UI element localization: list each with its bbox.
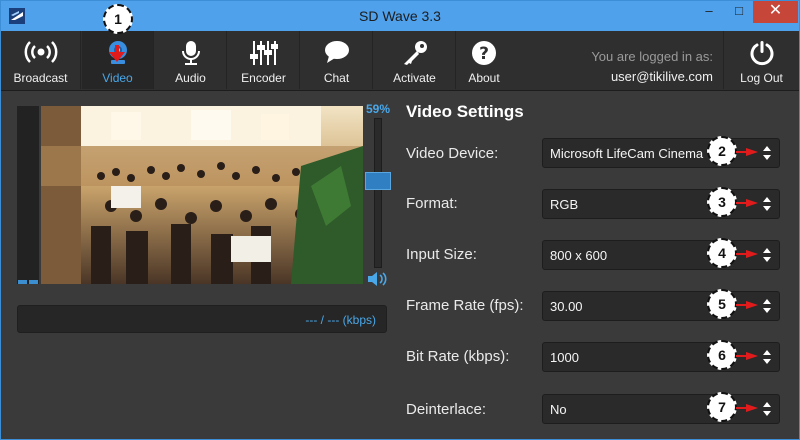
select-arrows-icon (763, 299, 771, 313)
toolbar-activate-label: Activate (393, 71, 436, 85)
callout-5: 5 (707, 289, 737, 319)
key-icon (403, 41, 427, 65)
toolbar-video-label: Video (102, 71, 133, 85)
toolbar-about-button[interactable]: ? About (457, 31, 511, 89)
level-meter-left-bar (18, 280, 27, 284)
level-meter-right-bar (29, 280, 38, 284)
toolbar-encoder-button[interactable]: Encoder (228, 31, 300, 89)
audio-level-meter (17, 106, 39, 284)
video-device-label: Video Device: (406, 145, 499, 162)
video-preview (41, 106, 363, 284)
video-preview-image (41, 106, 363, 284)
bit-rate-label: Bit Rate (kbps): (406, 348, 510, 365)
select-arrows-icon (763, 197, 771, 211)
frame-rate-label: Frame Rate (fps): (406, 297, 524, 314)
volume-percent: 59% (365, 102, 391, 116)
power-icon (750, 41, 773, 66)
select-arrows-icon (763, 402, 771, 416)
bitrate-status-bar: --- / --- (kbps) (17, 305, 387, 333)
app-window: SD Wave 3.3 – □ ✕ Broadcast Video Audio … (0, 0, 800, 440)
callout-7: 7 (707, 392, 737, 422)
broadcast-icon (24, 41, 57, 63)
svg-text:?: ? (479, 44, 489, 64)
callout-arrow-right-icon (736, 148, 758, 156)
login-status-label: You are logged in as: (591, 49, 713, 64)
bitrate-status-text: --- / --- (kbps) (305, 313, 376, 327)
callout-4: 4 (707, 238, 737, 268)
toolbar-chat-button[interactable]: Chat (301, 31, 373, 89)
input-size-value: 800 x 600 (550, 248, 608, 263)
microphone-icon (181, 41, 200, 65)
logout-label: Log Out (740, 71, 783, 85)
callout-3: 3 (707, 187, 737, 217)
toolbar-broadcast-label: Broadcast (13, 71, 68, 85)
frame-rate-value: 30.00 (550, 299, 583, 314)
callout-1: 1 (103, 4, 133, 34)
maximize-button[interactable]: □ (725, 1, 753, 23)
logout-button[interactable]: Log Out (723, 31, 799, 89)
format-value: RGB (550, 197, 579, 212)
toolbar-broadcast-button[interactable]: Broadcast (1, 31, 81, 89)
video-settings-title: Video Settings (406, 102, 524, 121)
callout-arrow-right-icon (736, 352, 758, 360)
deinterlace-label: Deinterlace: (406, 401, 487, 418)
volume-slider-thumb[interactable] (365, 172, 391, 191)
toolbar-about-label: About (468, 71, 500, 85)
callout-arrow-down-icon (109, 45, 125, 62)
video-device-value: Microsoft LifeCam Cinema (550, 146, 704, 161)
toolbar-activate-button[interactable]: Activate (374, 31, 456, 89)
select-arrows-icon (763, 248, 771, 262)
deinterlace-value: No (550, 402, 567, 417)
sliders-icon (249, 41, 278, 65)
callout-arrow-right-icon (736, 199, 758, 207)
callout-arrow-right-icon (736, 250, 758, 258)
close-button[interactable]: ✕ (753, 1, 798, 23)
select-arrows-icon (763, 350, 771, 364)
volume-slider-track[interactable] (374, 118, 382, 268)
chat-bubble-icon (324, 41, 349, 63)
question-icon: ? (472, 41, 496, 65)
select-arrows-icon (763, 146, 771, 160)
speaker-icon (368, 272, 387, 286)
minimize-button[interactable]: – (695, 1, 723, 23)
callout-arrow-right-icon (736, 301, 758, 309)
callout-arrow-right-icon (736, 404, 758, 412)
toolbar-encoder-label: Encoder (241, 71, 286, 85)
toolbar-chat-label: Chat (323, 71, 350, 85)
bit-rate-value: 1000 (550, 350, 579, 365)
toolbar-audio-label: Audio (175, 71, 206, 85)
callout-6: 6 (707, 340, 737, 370)
logged-in-user: user@tikilive.com (610, 69, 713, 84)
format-label: Format: (406, 195, 458, 212)
toolbar-audio-button[interactable]: Audio (155, 31, 227, 89)
input-size-label: Input Size: (406, 246, 477, 263)
callout-2: 2 (707, 136, 737, 166)
